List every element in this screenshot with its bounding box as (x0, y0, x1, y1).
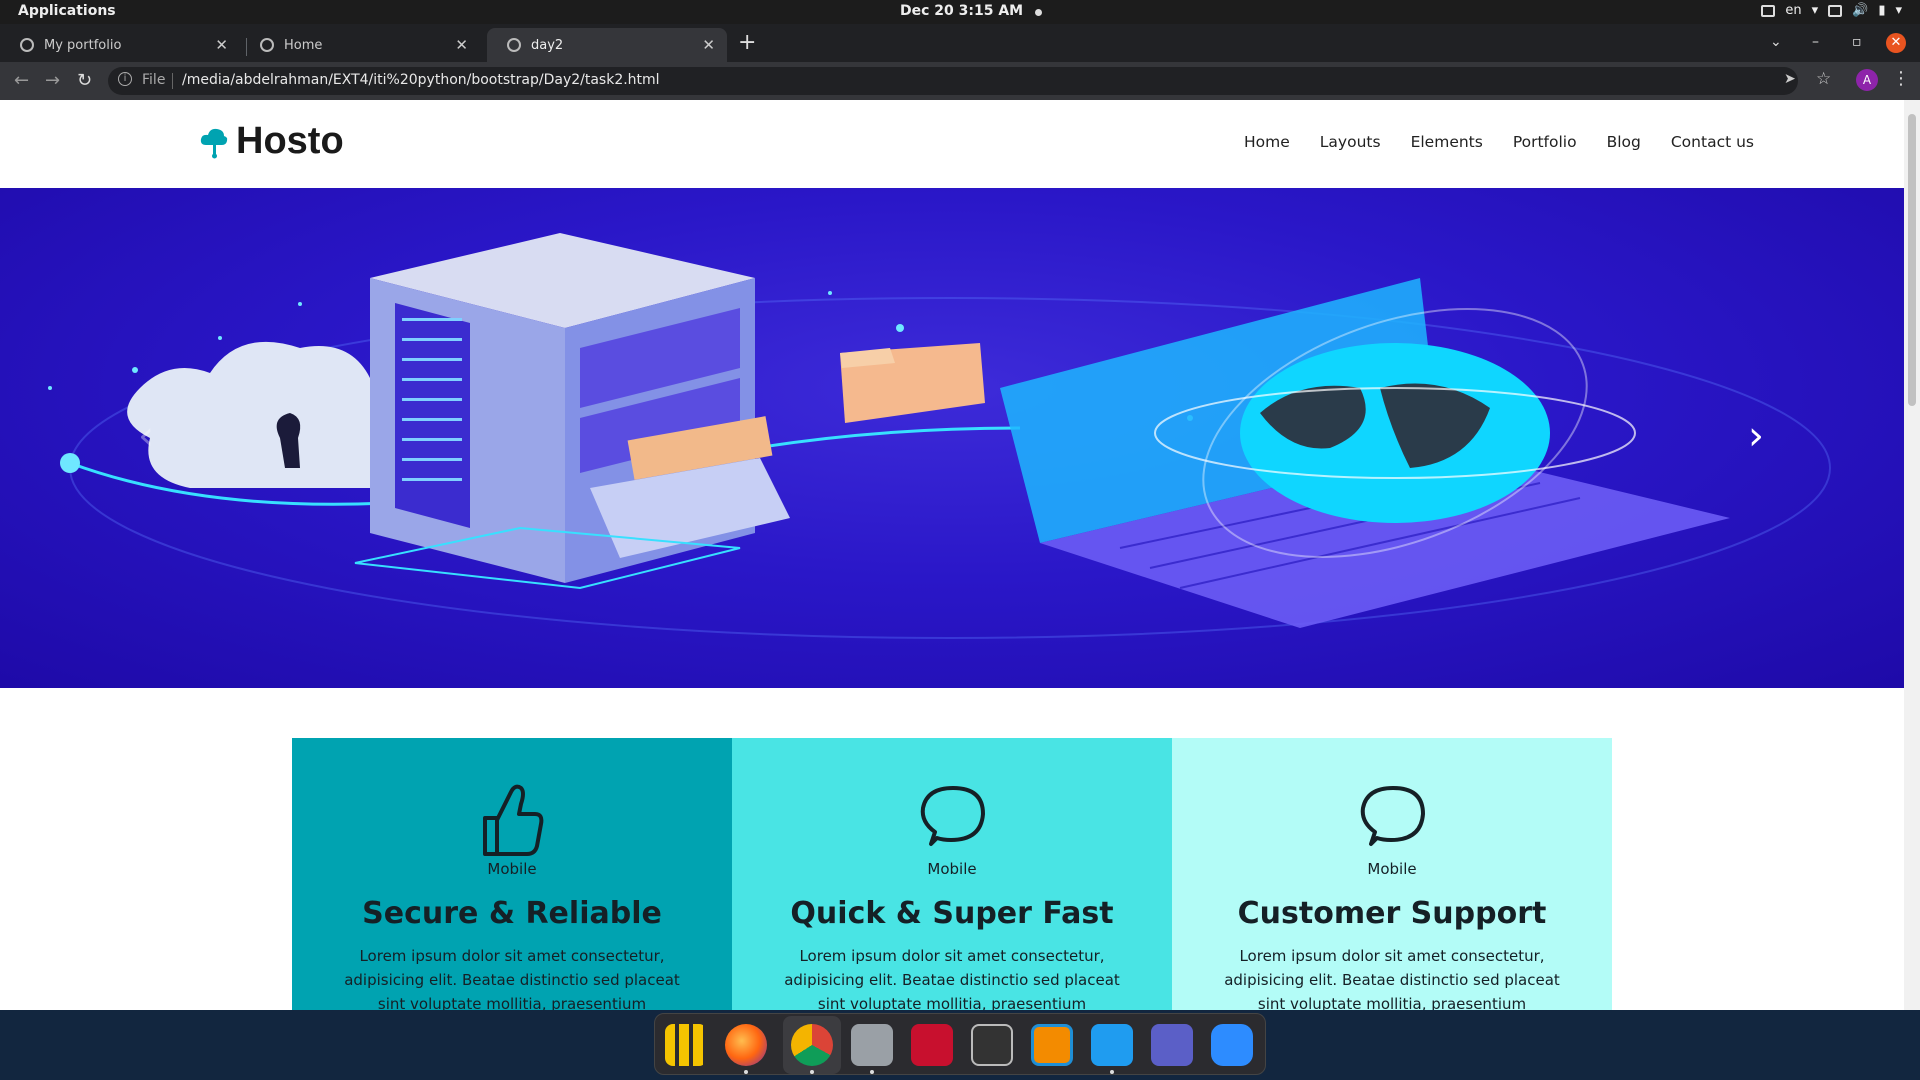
url-text[interactable]: /media/abdelrahman/EXT4/iti%20python/boo… (182, 72, 660, 88)
feature-card: Mobile Customer Support Lorem ipsum dolo… (1172, 738, 1612, 1010)
chat-bubble-icon (1360, 786, 1425, 846)
clock[interactable]: Dec 20 3:15 AM (900, 3, 1023, 19)
feature-card: Mobile Quick & Super Fast Lorem ipsum do… (732, 738, 1172, 1010)
nav-link-home[interactable]: Home (1244, 133, 1290, 151)
teams-icon[interactable] (1151, 1024, 1193, 1066)
info-icon[interactable]: i (118, 72, 132, 86)
page-viewport: Hosto Home Layouts Elements Portfolio Bl… (0, 100, 1920, 1010)
firefox-icon[interactable] (725, 1024, 767, 1066)
globe-icon (260, 38, 274, 52)
chevron-down-icon: ▾ (1811, 3, 1819, 18)
dock (654, 1013, 1266, 1075)
files-icon[interactable] (851, 1024, 893, 1066)
feature-subtitle: Mobile (927, 860, 977, 878)
feature-title: Quick & Super Fast (790, 896, 1114, 931)
browser-toolbar: ← → ↻ i File /media/abdelrahman/EXT4/iti… (0, 62, 1920, 100)
carousel-next-icon[interactable]: › (1748, 413, 1764, 459)
new-tab-button[interactable]: + (738, 32, 756, 54)
tab-title: My portfolio (44, 37, 122, 53)
folder-illustration (840, 343, 985, 423)
reload-icon[interactable]: ↻ (77, 70, 92, 91)
tab-my-portfolio[interactable]: My portfolio ✕ (0, 28, 240, 62)
tab-search-icon[interactable]: ⌄ (1770, 34, 1782, 50)
feature-text: Lorem ipsum dolor sit amet consectetur, … (344, 947, 680, 1010)
back-icon[interactable]: ← (14, 70, 29, 91)
feature-subtitle: Mobile (487, 860, 537, 878)
screen-icon[interactable] (1761, 4, 1776, 17)
chat-bubble-icon (920, 786, 985, 846)
screenshot-app-icon[interactable] (911, 1024, 953, 1066)
nav-link-blog[interactable]: Blog (1607, 133, 1641, 151)
thumbs-up-icon (483, 784, 544, 856)
close-tab-icon[interactable]: ✕ (702, 36, 715, 54)
running-indicator (810, 1070, 814, 1074)
feature-text: Lorem ipsum dolor sit amet consectetur, … (784, 947, 1120, 1010)
forward-icon[interactable]: → (45, 70, 60, 91)
vscode-icon[interactable] (1091, 1024, 1133, 1066)
page-scrollbar[interactable] (1904, 100, 1920, 1010)
globe-icon (507, 38, 521, 52)
feature-subtitle: Mobile (1367, 860, 1417, 878)
feature-card: Mobile Secure & Reliable Lorem ipsum dol… (292, 738, 732, 1010)
feature-title: Customer Support (1237, 896, 1547, 931)
hero-illustration (48, 233, 1831, 639)
close-window-icon[interactable]: ✕ (1886, 33, 1906, 53)
profile-avatar[interactable]: A (1856, 69, 1878, 91)
cloud-logo-icon (200, 128, 228, 158)
zoom-icon[interactable] (1211, 1024, 1253, 1066)
nav-link-layouts[interactable]: Layouts (1320, 133, 1381, 151)
server-cabinet-illustration (354, 233, 790, 590)
feature-title: Secure & Reliable (362, 896, 662, 931)
url-scheme: File (142, 72, 166, 88)
hero-carousel: ‹ › (0, 188, 1904, 688)
system-top-bar: Applications Dec 20 3:15 AM en ▾ 🔊 ▮ ▾ (0, 0, 1920, 24)
features-section: Mobile Secure & Reliable Lorem ipsum dol… (292, 738, 1612, 1010)
nav-link-elements[interactable]: Elements (1411, 133, 1483, 151)
close-tab-icon[interactable]: ✕ (455, 36, 468, 54)
chrome-icon[interactable] (791, 1024, 833, 1066)
laptop-globe-illustration (1000, 278, 1730, 628)
language-indicator[interactable]: en (1785, 3, 1801, 18)
volume-icon[interactable]: 🔊 (1852, 3, 1868, 18)
running-indicator (744, 1070, 748, 1074)
close-tab-icon[interactable]: ✕ (215, 36, 228, 54)
applications-menu[interactable]: Applications (18, 3, 116, 19)
running-indicator (1110, 1070, 1114, 1074)
brand-name: Hosto (236, 120, 344, 162)
chevron-down-icon: ▾ (1895, 3, 1902, 18)
tab-title: Home (284, 37, 323, 53)
vmware-icon[interactable] (1031, 1024, 1073, 1066)
send-icon[interactable]: ➤ (1784, 71, 1796, 87)
feature-text: Lorem ipsum dolor sit amet consectetur, … (1224, 947, 1560, 1010)
minimize-icon[interactable]: – (1812, 34, 1819, 50)
divider (172, 73, 173, 89)
site-nav-links: Home Layouts Elements Portfolio Blog Con… (1244, 133, 1754, 151)
address-bar[interactable]: i File /media/abdelrahman/EXT4/iti%20pyt… (108, 67, 1798, 95)
terminal-icon[interactable] (971, 1024, 1013, 1066)
scrollbar-thumb[interactable] (1908, 114, 1916, 406)
menu-kebab-icon[interactable]: ⋮ (1892, 68, 1910, 89)
battery-icon[interactable]: ▮ (1878, 3, 1885, 18)
tab-home[interactable]: Home ✕ (240, 28, 480, 62)
network-icon[interactable] (1828, 4, 1843, 17)
tab-title: day2 (531, 37, 564, 53)
site-brand[interactable]: Hosto (200, 120, 344, 163)
tab-day2[interactable]: day2 ✕ (487, 28, 727, 62)
globe-icon (20, 38, 34, 52)
browser-tab-strip: My portfolio ✕ Home ✕ day2 ✕ + ⌄ – ▫ ✕ (0, 24, 1920, 62)
system-tray[interactable]: en ▾ 🔊 ▮ ▾ (1761, 3, 1902, 18)
nav-link-contact[interactable]: Contact us (1671, 133, 1754, 151)
maximize-icon[interactable]: ▫ (1852, 34, 1862, 50)
site-navbar: Hosto Home Layouts Elements Portfolio Bl… (0, 100, 1904, 188)
running-indicator (870, 1070, 874, 1074)
bookmark-star-icon[interactable]: ☆ (1816, 69, 1831, 89)
app-grid-icon[interactable] (665, 1024, 707, 1066)
nav-link-portfolio[interactable]: Portfolio (1513, 133, 1577, 151)
notification-dot (1035, 9, 1042, 16)
carousel-prev-icon[interactable]: ‹ (138, 413, 154, 459)
